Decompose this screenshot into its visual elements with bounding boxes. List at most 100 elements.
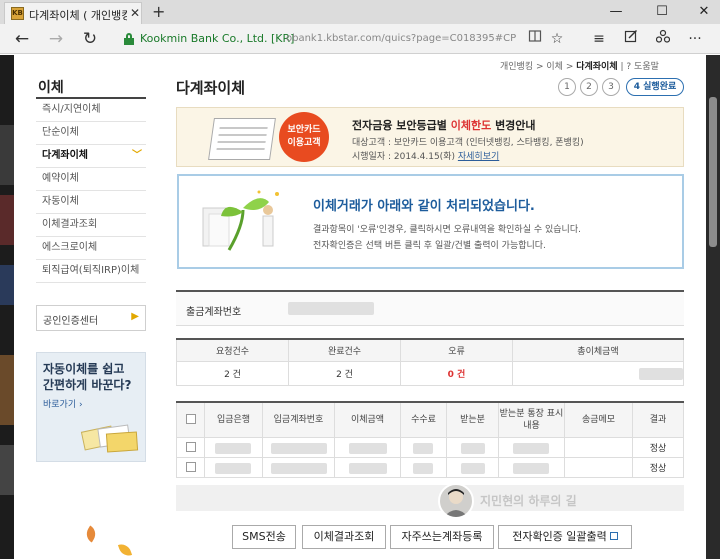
- window-close-button[interactable]: ✕: [690, 2, 718, 22]
- breadcrumb-transfer[interactable]: 이체: [546, 62, 563, 72]
- chevron-right-icon: ▶: [131, 311, 139, 322]
- leaf-decoration: [83, 525, 99, 543]
- page-title: 다계좌이체: [176, 79, 246, 97]
- maximize-button[interactable]: ☐: [648, 2, 676, 22]
- breadcrumb: 개인뱅킹 > 이체 > 다계좌이체 | ? 도움말: [500, 62, 659, 72]
- table-row[interactable]: 정상: [176, 456, 684, 478]
- row-checkbox[interactable]: [185, 441, 196, 452]
- security-card-illustration: [208, 118, 276, 160]
- sidebar-title: 이체: [38, 80, 64, 96]
- sidebar-item-retirement-transfer[interactable]: 퇴직급여(퇴직IRP)이체: [36, 260, 146, 283]
- auto-transfer-promo-banner[interactable]: 자동이체를 쉽고 간편하게 바꾼다? 바로가기 ›: [36, 352, 146, 462]
- back-button[interactable]: ←: [10, 28, 34, 50]
- result-note-1: 결과항목이 '오류'인경우, 클릭하시면 오류내역을 확인하실 수 있습니다.: [313, 225, 581, 235]
- tab-close-icon[interactable]: ✕: [130, 6, 140, 20]
- forward-button[interactable]: →: [44, 28, 68, 50]
- error-count: 0 건: [400, 360, 513, 386]
- help-link[interactable]: 도움말: [634, 62, 659, 72]
- refresh-button[interactable]: ↻: [78, 28, 102, 50]
- notice-date: 시행일자 : 2014.4.15(화) 자세히보기: [352, 152, 500, 162]
- col-total-amount: 총이체금액: [512, 340, 684, 362]
- blog-watermark: 지민현의 하루의 길: [438, 483, 638, 521]
- col-bankbook-memo: 받는분 통장 표시 내용: [498, 403, 565, 438]
- sidebar-item-immediate-transfer[interactable]: 즉시/지연이체: [36, 99, 146, 122]
- lock-icon: [124, 33, 134, 45]
- sms-send-button[interactable]: SMS전송: [232, 525, 296, 549]
- transfer-detail-table: 입금은행 입금계좌번호 이체금액 수수료 받는분 받는분 통장 표시 내용 송금…: [176, 403, 684, 478]
- browser-tab[interactable]: KB 다계좌이체 ( 개인뱅킹 ✕: [4, 2, 142, 24]
- sidebar-item-scheduled-transfer[interactable]: 예약이체: [36, 168, 146, 191]
- notice-detail-link[interactable]: 자세히보기: [458, 152, 499, 162]
- scrollbar[interactable]: [706, 55, 720, 559]
- step-1: 1: [558, 78, 576, 96]
- certificate-name[interactable]: Kookmin Bank Co., Ltd. [KR]: [140, 32, 294, 45]
- security-limit-notice: 보안카드 이용고객 전자금융 보안등급별 이체한도 변경안내 대상고객 : 보안…: [176, 107, 684, 167]
- watermark-text: 지민현의 하루의 길: [480, 494, 577, 508]
- transfer-complete-notice: 이체거래가 아래와 같이 처리되었습니다. 결과항목이 '오류'인경우, 클릭하…: [177, 174, 684, 269]
- web-note-icon[interactable]: [620, 28, 642, 50]
- table-row[interactable]: 정상: [176, 436, 684, 458]
- row-result[interactable]: 정상: [632, 456, 684, 478]
- select-all-checkbox[interactable]: [185, 414, 196, 425]
- share-icon[interactable]: [652, 28, 674, 50]
- background-window-strip: [0, 55, 14, 559]
- browser-navbar: ← → ↻ Kookmin Bank Co., Ltd. [KR] obank1…: [0, 24, 720, 54]
- breadcrumb-current: 다계좌이체: [576, 62, 618, 72]
- sidebar-item-label: 다계좌이체: [42, 150, 88, 161]
- col-account: 입금계좌번호: [262, 403, 335, 438]
- sidebar-menu: 즉시/지연이체 단순이체 다계좌이체 ﹀ 예약이체 자동이체 이체결과조회 에스크…: [36, 99, 146, 283]
- step-current: 4 실행완료: [626, 78, 684, 96]
- chevron-down-icon: ﹀: [132, 150, 142, 161]
- tab-title: 다계좌이체 ( 개인뱅킹: [29, 9, 127, 22]
- step-2: 2: [580, 78, 598, 96]
- avatar: [438, 483, 474, 519]
- promo-cards-illustration: [80, 424, 139, 453]
- sidebar-item-simple-transfer[interactable]: 단순이체: [36, 122, 146, 145]
- new-tab-button[interactable]: +: [152, 2, 165, 21]
- withdrawal-account-row: 출금계좌번호: [176, 292, 684, 326]
- hub-icon[interactable]: ≡: [588, 28, 610, 50]
- scrollbar-thumb[interactable]: [709, 97, 717, 247]
- cert-center-link[interactable]: 공인인증센터 ▶: [36, 305, 146, 331]
- step-3: 3: [602, 78, 620, 96]
- promo-title: 자동이체를 쉽고 간편하게 바꾼다?: [43, 362, 132, 392]
- external-link-icon: [609, 532, 618, 540]
- promo-link[interactable]: 바로가기 ›: [43, 397, 83, 410]
- row-checkbox[interactable]: [185, 461, 196, 472]
- reading-view-icon[interactable]: [524, 28, 546, 50]
- total-amount: [512, 360, 684, 386]
- favorite-star-icon[interactable]: ☆: [546, 28, 568, 50]
- transfer-result-button[interactable]: 이체결과조회: [302, 525, 386, 549]
- summary-table: 요청건수 완료건수 오류 총이체금액 2 건 2 건 0 건: [176, 340, 684, 386]
- breadcrumb-home[interactable]: 개인뱅킹: [500, 62, 533, 72]
- table-row: 2 건 2 건 0 건: [176, 360, 684, 386]
- sidebar-item-auto-transfer[interactable]: 자동이체: [36, 191, 146, 214]
- cert-center-label: 공인인증센터: [43, 316, 99, 327]
- sidebar-item-multi-account-transfer[interactable]: 다계좌이체 ﹀: [36, 145, 146, 168]
- browser-titlebar: KB 다계좌이체 ( 개인뱅킹 ✕ + — ☐ ✕: [0, 0, 720, 24]
- kb-favicon-icon: KB: [11, 7, 24, 20]
- row-result[interactable]: 정상: [632, 436, 684, 458]
- e-receipt-print-button[interactable]: 전자확인증 일괄출력: [498, 525, 632, 549]
- notice-title: 전자금융 보안등급별 이체한도 변경안내: [352, 119, 536, 132]
- col-select: [176, 403, 205, 438]
- withdrawal-account-label: 출금계좌번호: [186, 307, 242, 318]
- sidebar-item-transfer-result[interactable]: 이체결과조회: [36, 214, 146, 237]
- complete-count: 2 건: [288, 360, 401, 386]
- col-fee: 수수료: [400, 403, 447, 438]
- notice-target: 대상고객 : 보안카드 이용고객 (인터넷뱅킹, 스타뱅킹, 폰뱅킹): [352, 138, 584, 148]
- help-icon: ?: [626, 62, 632, 72]
- col-remit-memo: 송금메모: [564, 403, 633, 438]
- col-request-count: 요청건수: [176, 340, 289, 362]
- result-note-2: 전자확인증은 선택 버튼 클릭 후 일괄/건별 출력이 가능합니다.: [313, 241, 546, 251]
- url-text[interactable]: obank1.kbstar.com/quics?page=C018395#CP: [286, 33, 516, 44]
- sprout-illustration: [202, 190, 279, 251]
- sidebar-item-escrow-transfer[interactable]: 에스크로이체: [36, 237, 146, 260]
- col-amount: 이체금액: [334, 403, 401, 438]
- col-bank: 입금은행: [204, 403, 263, 438]
- more-icon[interactable]: ···: [684, 28, 706, 50]
- page-content: 이체 즉시/지연이체 단순이체 다계좌이체 ﹀ 예약이체 자동이체 이체결과조회 …: [0, 55, 720, 559]
- minimize-button[interactable]: —: [602, 2, 630, 22]
- address-bar[interactable]: Kookmin Bank Co., Ltd. [KR] obank1.kbsta…: [112, 28, 522, 50]
- frequent-account-register-button[interactable]: 자주쓰는계좌등록: [390, 525, 494, 549]
